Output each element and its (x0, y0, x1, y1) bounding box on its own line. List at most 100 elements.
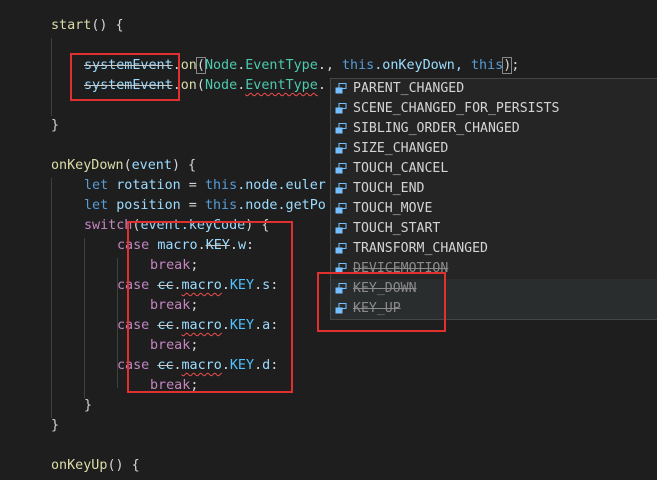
namespace: macro (181, 358, 222, 373)
keyword: break (150, 338, 191, 353)
code-line: case cc.macro.KEY.a: (117, 318, 279, 333)
suggestion-label: DEVICEMOTION (353, 261, 449, 276)
keyword: this (471, 58, 504, 73)
enum-member-icon (335, 263, 347, 274)
identifier: KEY (229, 358, 255, 373)
code-text: () { (107, 458, 140, 473)
suggestion-item[interactable]: TOUCH_END (331, 179, 657, 199)
code-line: let rotation = this.node.euler (84, 176, 326, 196)
keyword: break (150, 378, 191, 393)
code-line: onKeyUp() { (51, 456, 140, 476)
suggestion-item[interactable]: PARENT_CHANGED (331, 79, 657, 99)
code-text: .node.getPo (237, 198, 326, 213)
suggestion-item[interactable]: TRANSFORM_CHANGED (331, 239, 657, 259)
enum-member-icon (335, 123, 347, 134)
suggestion-item[interactable]: TOUCH_START (331, 219, 657, 239)
keyword: switch (84, 218, 133, 233)
code-line: systemEvent.on(Node.EventType. (84, 78, 326, 93)
code-text: } (84, 398, 93, 413)
code-line: break; (150, 378, 199, 393)
code-text: = (180, 178, 205, 193)
code-text: .onKeyDown, (374, 58, 471, 73)
code-line: case macro.KEY.w: (117, 238, 255, 253)
suggestion-label: KEY_DOWN (353, 281, 417, 296)
suggestion-item[interactable]: TOUCH_CANCEL (331, 159, 657, 179)
suggestion-label: TRANSFORM_CHANGED (353, 241, 488, 256)
code-text: ) { (245, 218, 270, 233)
keyword: case (117, 318, 150, 333)
code-text: () { (91, 18, 124, 33)
enum-name: EventType (245, 78, 318, 93)
namespace: macro (181, 278, 222, 293)
code-line: } (51, 416, 59, 436)
enum-member-icon (335, 303, 347, 314)
suggestion-item[interactable]: SCENE_CHANGED_FOR_PERSISTS (331, 99, 657, 119)
enum-member-icon (335, 223, 347, 234)
indent-guide (84, 238, 85, 398)
code-line: } (84, 396, 92, 416)
suggestion-label: TOUCH_MOVE (353, 201, 433, 216)
code-text: } (51, 118, 60, 133)
code-line: case cc.macro.KEY.s: (117, 278, 279, 293)
method-name: on (180, 58, 197, 73)
code-editor[interactable]: start() { systemEvent.on(Node.EventType.… (0, 0, 657, 480)
property: w (237, 238, 246, 253)
suggestion-label: SIZE_CHANGED (353, 141, 449, 156)
deprecated-identifier: cc (157, 318, 174, 333)
suggestion-item[interactable]: SIBLING_ORDER_CHANGED (331, 119, 657, 139)
variable: position (116, 198, 181, 213)
keyword: let (84, 178, 109, 193)
identifier: KEY (229, 278, 255, 293)
code-line: case cc.macro.KEY.d: (117, 358, 279, 373)
code-text: . (317, 78, 326, 93)
enum-member-icon (335, 183, 347, 194)
enum-member-icon (335, 243, 347, 254)
class-name: Node (204, 58, 238, 73)
deprecated-identifier: systemEvent (84, 58, 173, 73)
deprecated-identifier: cc (157, 278, 174, 293)
namespace: macro (181, 318, 222, 333)
suggestion-item[interactable]: KEY_UP (331, 299, 657, 319)
deprecated-identifier: cc (157, 358, 174, 373)
code-text: .node.euler (237, 178, 326, 193)
enum-member-icon (335, 83, 347, 94)
property: a (262, 318, 271, 333)
suggestion-label: PARENT_CHANGED (353, 81, 465, 96)
code-line: systemEvent.on(Node.EventType., this.onK… (84, 57, 520, 74)
function-name: onKeyUp (51, 458, 108, 473)
code-text: ) { (171, 158, 197, 173)
keyword: case (117, 238, 150, 253)
code-line: break; (150, 298, 199, 313)
deprecated-identifier: systemEvent (84, 78, 173, 93)
variable: rotation (116, 178, 181, 193)
deprecated-identifier: KEY (205, 238, 230, 253)
code-text: event.keyCode (140, 218, 246, 233)
suggestion-item[interactable]: SIZE_CHANGED (331, 139, 657, 159)
indent-guide (51, 38, 52, 116)
parameter: event (131, 158, 172, 173)
enum-name: EventType (245, 58, 318, 73)
code-line: start() { (51, 16, 124, 36)
code-line: } (51, 116, 59, 136)
method-name: on (180, 78, 197, 93)
suggestion-item[interactable]: DEVICEMOTION (331, 259, 657, 279)
enum-member-icon (335, 163, 347, 174)
code-line: switch(event.keyCode) { (84, 218, 270, 233)
suggestion-item[interactable]: TOUCH_MOVE (331, 199, 657, 219)
property: d (262, 358, 271, 373)
keyword: this (342, 58, 375, 73)
suggestion-label: SIBLING_ORDER_CHANGED (353, 121, 520, 136)
keyword: case (117, 278, 150, 293)
autocomplete-suggestions[interactable]: PARENT_CHANGED SCENE_CHANGED_FOR_PERSISTS… (330, 78, 657, 320)
indent-guide (51, 178, 52, 418)
code-text: ., (317, 58, 342, 73)
function-name: start (51, 18, 92, 33)
suggestion-label: TOUCH_CANCEL (353, 161, 449, 176)
identifier: KEY (229, 318, 255, 333)
suggestion-label: SCENE_CHANGED_FOR_PERSISTS (353, 101, 560, 116)
code-line: onKeyDown(event) { (51, 158, 197, 173)
suggestion-item[interactable]: KEY_DOWN (331, 279, 657, 299)
keyword: this (204, 178, 238, 193)
code-text: } (51, 418, 60, 433)
class-name: Node (204, 78, 238, 93)
